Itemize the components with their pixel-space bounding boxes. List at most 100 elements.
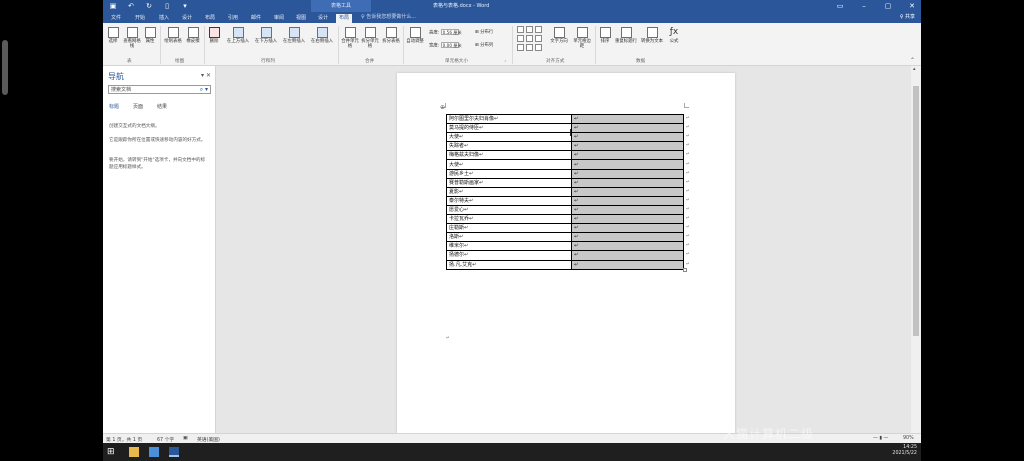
align-bottom-left-icon[interactable]	[517, 44, 524, 51]
align-bottom-right-icon[interactable]	[535, 44, 542, 51]
redo-icon[interactable]: ↻	[145, 2, 153, 10]
language-indicator[interactable]: 英语(美国)	[197, 436, 220, 443]
insert-right-button[interactable]: 在右侧插入	[309, 27, 335, 44]
table-cell-selected[interactable]: ↵	[571, 159, 684, 170]
proofing-icon[interactable]: ▣	[183, 436, 188, 441]
customize-icon[interactable]: ▾	[181, 2, 189, 10]
table-cell-name[interactable]: 扬德尔↵	[446, 250, 572, 261]
maximize-button[interactable]: ▢	[883, 2, 893, 10]
split-cells-button[interactable]: 拆分单元格	[361, 27, 379, 49]
table-cell-name[interactable]: 阿尔图里尔夫妇肖像↵	[446, 113, 572, 125]
convert-to-text-button[interactable]: 转换为文本	[640, 27, 664, 44]
sort-button[interactable]: 排序	[598, 27, 612, 44]
tab-insert[interactable]: 插入	[156, 14, 172, 23]
tab-layout[interactable]: 布局	[202, 14, 218, 23]
table-cell-selected[interactable]: ↵	[571, 132, 684, 143]
zoom-level[interactable]: 90%	[903, 436, 914, 441]
collapse-ribbon-icon[interactable]: ⌃	[910, 57, 915, 64]
document-page[interactable]: ⊕ 阿尔图里尔夫妇肖像↵ ↵ ↵ 莫马提的侍臣↵ ↵ ↵ 大使↵ ↵ ↵ 失踪者↵ ↵ ↵ 梅格兹夫妇像…	[397, 73, 735, 433]
save-icon[interactable]: ▣	[109, 2, 117, 10]
repeat-header-button[interactable]: 重复标题行	[614, 27, 638, 44]
table-cell-name[interactable]: 扬.凡.艾克↵	[446, 259, 572, 270]
table-cell-name[interactable]: 赛普勒斯画家↵	[446, 177, 572, 188]
autofit-button[interactable]: 自动调整	[405, 27, 425, 44]
insert-below-button[interactable]: 在下方插入	[253, 27, 279, 44]
word-taskbar-icon[interactable]	[169, 447, 179, 457]
table-cell-selected[interactable]: ↵	[571, 259, 684, 270]
table-cell-name[interactable]: 游民乡土↵	[446, 168, 572, 179]
vertical-scrollbar[interactable]: ▴	[911, 66, 921, 433]
table-cell-selected[interactable]: ↵	[571, 195, 684, 206]
close-button[interactable]: ✕	[907, 2, 917, 10]
split-table-button[interactable]: 拆分表格	[381, 27, 401, 44]
align-top-right-icon[interactable]	[535, 26, 542, 33]
insert-left-button[interactable]: 在左侧插入	[281, 27, 307, 44]
table-row[interactable]: 扬.凡.艾克↵ ↵ ↵	[446, 259, 693, 270]
align-middle-right-icon[interactable]	[535, 35, 542, 42]
scrollbar-thumb[interactable]	[913, 86, 919, 336]
align-bottom-center-icon[interactable]	[526, 44, 533, 51]
table-cell-name[interactable]: 泰尔特夫↵	[446, 195, 572, 206]
zoom-slider[interactable]: — ▮ —	[873, 436, 888, 441]
table-row[interactable]: 赛普勒斯画家↵ ↵ ↵	[446, 177, 693, 188]
tab-table-layout[interactable]: 布局	[336, 14, 353, 23]
eraser-button[interactable]: 橡皮擦	[185, 27, 201, 44]
table-row[interactable]: 卡拉瓦乔↵ ↵ ↵	[446, 214, 693, 225]
nav-tab-pages[interactable]: 页面	[133, 103, 143, 110]
tab-file[interactable]: 文件	[108, 14, 124, 23]
system-tray-clock[interactable]: 14:25 2021/5/22	[892, 445, 917, 457]
row-height-control[interactable]: 高度: 0.56 厘米	[429, 29, 462, 36]
formula-button[interactable]: ƒx 公式	[667, 27, 681, 44]
tab-review[interactable]: 审阅	[271, 14, 287, 23]
table-cell-selected[interactable]: ↵	[571, 241, 684, 252]
col-width-control[interactable]: 宽度: 0.00 厘米	[429, 42, 462, 49]
tab-home[interactable]: 开始	[132, 14, 148, 23]
nav-close-icon[interactable]: ✕	[206, 72, 211, 79]
width-input[interactable]: 0.00 厘米	[440, 42, 462, 48]
align-top-center-icon[interactable]	[526, 26, 533, 33]
distribute-cols-button[interactable]: ⊞ 分布列	[475, 42, 493, 48]
insert-above-button[interactable]: 在上方插入	[225, 27, 251, 44]
cell-alignment-grid[interactable]	[517, 26, 542, 51]
table-row[interactable]: 夏影↵ ↵ ↵	[446, 186, 693, 197]
tab-mailings[interactable]: 邮件	[248, 14, 264, 23]
table-cell-selected[interactable]: ↵	[571, 113, 684, 125]
table-row[interactable]: 泰尔特夫↵ ↵ ↵	[446, 195, 693, 206]
distribute-rows-button[interactable]: ⊞ 分布行	[475, 29, 493, 35]
table-cell-name[interactable]: 大使↵	[446, 132, 572, 143]
table-resize-handle[interactable]	[683, 268, 687, 272]
align-top-left-icon[interactable]	[517, 26, 524, 33]
file-explorer-icon[interactable]	[129, 447, 139, 457]
table-row[interactable]: 梅格兹夫妇像↵ ↵ ↵	[446, 150, 693, 161]
table-cell-selected[interactable]: ↵	[571, 186, 684, 197]
table-cell-selected[interactable]: ↵	[571, 177, 684, 188]
tab-references[interactable]: 引用	[225, 14, 241, 23]
search-icon[interactable]: ⌕ ▾	[200, 86, 208, 94]
table-row[interactable]: 大使↵ ↵ ↵	[446, 159, 693, 170]
merge-cells-button[interactable]: 合并单元格	[341, 27, 359, 49]
table-cell-name[interactable]: 卡拉瓦乔↵	[446, 214, 572, 225]
table-move-handle[interactable]: ⊕	[440, 105, 446, 111]
view-gridlines-button[interactable]: 查看网格线	[123, 27, 141, 49]
table-cell-selected[interactable]: ↵	[571, 168, 684, 179]
table-row[interactable]: 阿尔图里尔夫妇肖像↵ ↵ ↵	[446, 113, 693, 125]
tab-design[interactable]: 设计	[179, 14, 195, 23]
table-cell-name[interactable]: 洛斯↵	[446, 232, 572, 243]
table-cell-selected[interactable]: ↵	[571, 123, 684, 134]
share-button[interactable]: ♀ 共享	[900, 13, 915, 20]
table-row[interactable]: 扬德尔↵ ↵ ↵	[446, 250, 693, 261]
align-center-icon[interactable]	[526, 35, 533, 42]
table-row[interactable]: 庄勒斯↵ ↵ ↵	[446, 223, 693, 234]
table-cell-selected[interactable]: ↵	[571, 232, 684, 243]
table-cell-name[interactable]: 梅格兹夫妇像↵	[446, 150, 572, 161]
table-row[interactable]: 失踪者↵ ↵ ↵	[446, 141, 693, 152]
dialog-launcher-icon[interactable]: ⌟	[504, 58, 506, 63]
nav-search-input[interactable]: 搜索文档 ⌕ ▾	[108, 85, 211, 94]
table-row[interactable]: 游民乡土↵ ↵ ↵	[446, 168, 693, 179]
tab-view[interactable]: 视图	[293, 14, 309, 23]
ruler-toggle-icon[interactable]: ▴	[913, 66, 919, 72]
table-row[interactable]: 洛斯↵ ↵ ↵	[446, 232, 693, 243]
table-cell-name[interactable]: 维米尔↵	[446, 241, 572, 252]
table-cell-name[interactable]: 愿爱心↵	[446, 204, 572, 216]
table-cell-name[interactable]: 失踪者↵	[446, 141, 572, 152]
